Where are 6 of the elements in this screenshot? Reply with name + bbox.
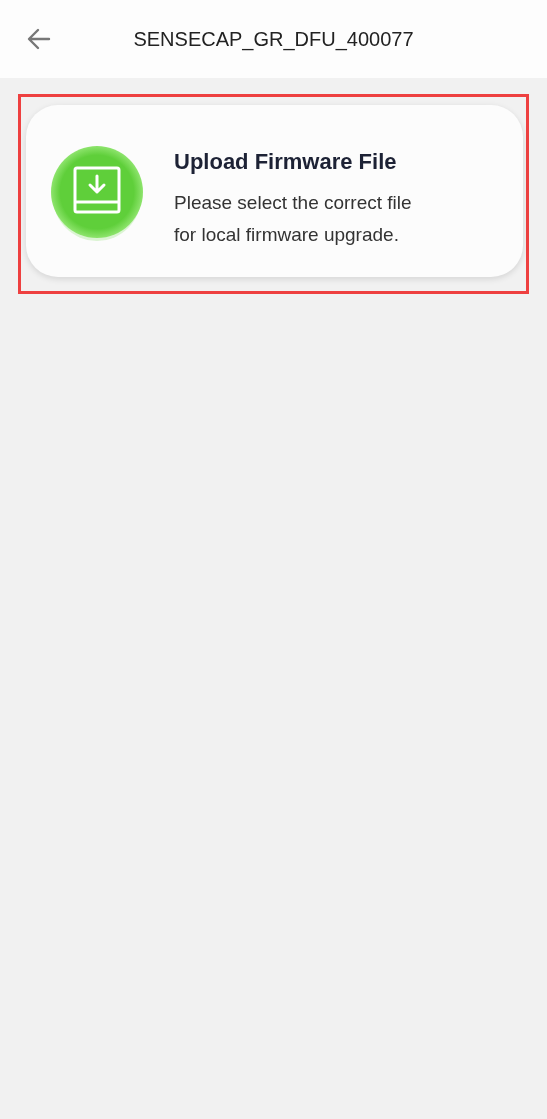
back-arrow-icon	[26, 26, 52, 52]
upload-card[interactable]: Upload Firmware File Please select the correct file for local firmware upgrade.	[26, 105, 523, 277]
card-title: Upload Firmware File	[174, 149, 398, 175]
card-description: Please select the correct file for local firmware upgrade.	[174, 191, 413, 247]
back-button[interactable]	[26, 26, 52, 52]
screen-title: SENSECAP_GR_DFU_400077	[132, 27, 415, 51]
